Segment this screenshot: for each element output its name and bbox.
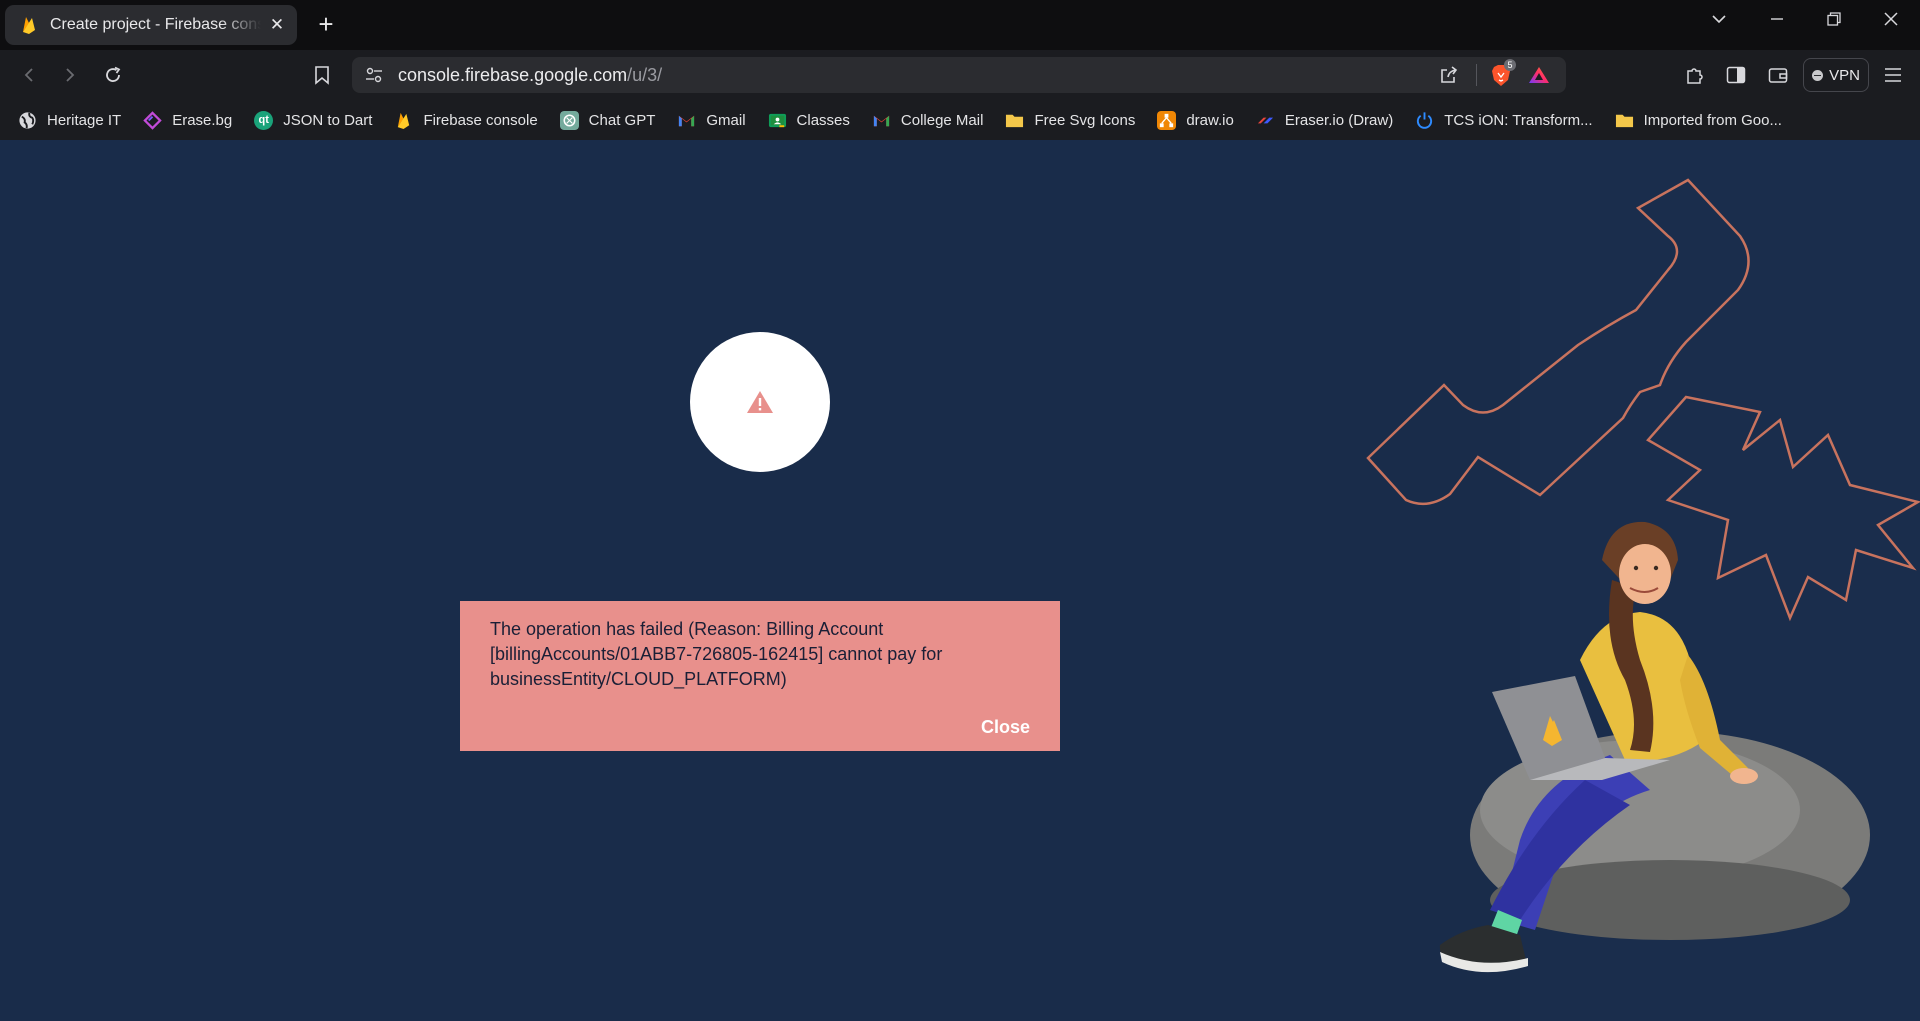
reload-button[interactable] [100,62,126,88]
bookmark-button[interactable] [309,62,335,88]
bookmark-item[interactable]: College Mail [872,111,983,130]
bookmarks-bar: Heritage IT Erase.bg qt JSON to Dart Fir… [0,100,1920,140]
erasebg-icon [143,110,162,130]
back-button[interactable] [16,62,42,88]
drawio-icon [1157,110,1177,130]
chatgpt-icon [559,110,579,130]
restore-button[interactable] [1809,0,1859,38]
bookmark-item[interactable]: Erase.bg [143,110,232,130]
outline-shape-icon [1366,178,1750,506]
gmail-icon [679,115,695,126]
minimize-button[interactable] [1752,0,1802,38]
chevron-down-icon [1712,15,1726,24]
main-menu-button[interactable] [1880,62,1906,88]
bookmark-item[interactable]: Chat GPT [559,110,655,130]
close-button[interactable]: Close [981,717,1030,738]
bookmark-folder[interactable]: Imported from Goo... [1615,111,1782,130]
hamburger-menu-icon [1885,68,1901,82]
firebase-icon [398,112,410,129]
power-icon [1417,111,1433,129]
bookmark-item[interactable]: Classes [768,111,850,130]
minimize-icon [1771,18,1783,20]
puzzle-icon [1687,68,1703,84]
firebase-icon [23,17,35,34]
person-face-icon [1619,544,1671,604]
classroom-icon [768,113,786,127]
arrow-right-icon [66,68,75,82]
bookmark-item[interactable]: draw.io [1157,110,1234,130]
warning-icon [747,391,773,413]
eraser-icon [1257,117,1273,123]
wallet-button[interactable] [1765,62,1791,88]
close-icon [1884,12,1898,26]
url-text[interactable]: console.firebase.google.com/u/3/ [398,65,662,86]
bookmark-folder[interactable]: Free Svg Icons [1005,111,1135,130]
status-circle [690,332,830,472]
qt-icon: qt [254,110,274,130]
restore-icon [1827,12,1841,26]
sidebar-icon [1726,66,1746,84]
reload-icon [106,66,121,82]
site-settings-icon[interactable] [365,67,383,83]
sidebar-button[interactable] [1723,62,1749,88]
bookmark-icon [315,66,329,85]
bookmark-item[interactable]: Gmail [677,111,746,130]
firebase-illustration [1366,178,1920,973]
wallet-icon [1768,68,1788,83]
url-path: /u/3/ [627,65,663,85]
outline-shape-icon [1646,395,1920,622]
bookmark-item[interactable]: Firebase console [394,111,538,130]
browser-toolbar: console.firebase.google.com/u/3/ 5 VPN [0,50,1920,100]
share-icon[interactable] [1439,65,1459,85]
url-host: console.firebase.google.com [398,65,628,85]
gmail-icon [873,115,889,126]
error-message: The operation has failed (Reason: Billin… [490,619,943,689]
active-tab[interactable]: Create project - Firebase console ✕ [5,5,297,45]
error-snackbar: The operation has failed (Reason: Billin… [460,601,1060,751]
tab-strip: Create project - Firebase console ✕ + [0,0,1920,50]
forward-button[interactable] [57,62,83,88]
tab-search-button[interactable] [1694,0,1744,38]
bookmark-item[interactable]: qt JSON to Dart [254,110,372,130]
arrow-left-icon [24,68,33,82]
bookmark-item[interactable]: Heritage IT [18,111,121,130]
brave-shields-button[interactable]: 5 [1490,59,1516,88]
folder-icon [1615,114,1633,127]
vpn-status-icon [1812,69,1824,81]
close-tab-icon[interactable]: ✕ [267,15,287,35]
address-bar[interactable]: console.firebase.google.com/u/3/ 5 [352,57,1566,93]
close-window-button[interactable] [1866,0,1916,38]
shields-count-badge: 5 [1504,59,1516,71]
folder-icon [1006,114,1024,127]
page-content: The operation has failed (Reason: Billin… [0,140,1920,1021]
new-tab-button[interactable]: + [312,11,340,39]
brave-rewards-icon[interactable] [1528,65,1550,85]
bookmark-item[interactable]: TCS iON: Transform... [1415,111,1593,130]
vpn-button[interactable]: VPN [1803,58,1869,92]
bookmark-item[interactable]: Eraser.io (Draw) [1256,111,1393,130]
globe-icon [19,111,36,129]
extensions-button[interactable] [1682,62,1708,88]
vpn-label: VPN [1829,66,1860,84]
